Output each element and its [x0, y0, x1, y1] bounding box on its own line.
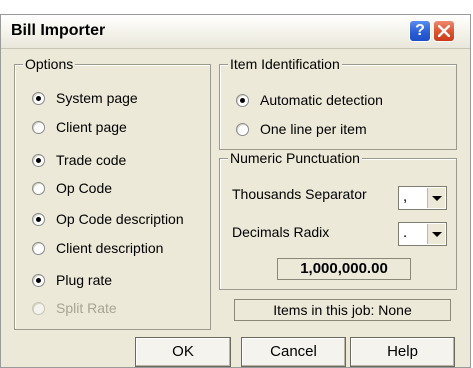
close-icon[interactable] — [433, 20, 455, 42]
thousands-separator-select[interactable]: , — [398, 186, 447, 210]
title-bar[interactable]: Bill Importer ? — [1, 15, 470, 49]
numeric-punctuation-legend: Numeric Punctuation — [228, 150, 362, 166]
radio-system-page[interactable]: System page — [32, 89, 138, 107]
decimals-radix-value: . — [403, 224, 408, 241]
item-identification-group: Item Identification Automatic detection … — [219, 56, 457, 150]
decimals-radix-select[interactable]: . — [398, 222, 447, 246]
item-identification-legend: Item Identification — [228, 56, 342, 72]
radio-split-rate: Split Rate — [32, 299, 117, 317]
radio-label: Client description — [56, 240, 164, 256]
radio-label: Automatic detection — [260, 92, 383, 108]
radio-button-icon — [32, 241, 45, 255]
radio-button-icon — [32, 91, 45, 105]
radio-one-line-per-item[interactable]: One line per item — [236, 120, 367, 138]
radio-label: System page — [56, 90, 138, 106]
number-format-preview: 1,000,000.00 — [277, 258, 411, 280]
cancel-button[interactable]: Cancel — [241, 337, 346, 367]
radio-button-icon — [32, 181, 45, 195]
radio-trade-code[interactable]: Trade code — [32, 151, 126, 169]
bill-importer-dialog: Bill Importer ? Options System page Clie… — [0, 14, 471, 368]
radio-button-icon — [32, 212, 45, 226]
radio-automatic-detection[interactable]: Automatic detection — [236, 91, 383, 109]
options-group: Options System page Client page Trade co… — [14, 56, 211, 330]
radio-client-description[interactable]: Client description — [32, 239, 163, 257]
thousands-separator-value: , — [403, 188, 408, 205]
radio-label: Op Code description — [56, 211, 184, 227]
radio-button-icon — [32, 153, 45, 167]
radio-client-page[interactable]: Client page — [32, 118, 127, 136]
radio-button-icon — [32, 120, 45, 134]
options-legend: Options — [23, 56, 76, 72]
decimals-radix-label: Decimals Radix — [232, 224, 330, 240]
radio-button-icon — [236, 93, 249, 107]
job-status-panel: Items in this job: None — [234, 299, 451, 321]
radio-button-icon — [32, 273, 45, 287]
radio-label: Op Code — [56, 180, 113, 196]
radio-button-icon — [32, 301, 45, 315]
radio-op-code[interactable]: Op Code — [32, 179, 112, 197]
radio-button-icon — [236, 122, 249, 136]
radio-label: One line per item — [260, 121, 367, 137]
chevron-down-icon[interactable] — [427, 188, 445, 208]
help-icon[interactable]: ? — [409, 20, 431, 42]
radio-label: Trade code — [56, 152, 127, 168]
radio-label: Split Rate — [56, 300, 117, 316]
radio-plug-rate[interactable]: Plug rate — [32, 271, 112, 289]
chevron-down-icon[interactable] — [427, 224, 445, 244]
radio-label: Plug rate — [56, 272, 113, 288]
ok-button[interactable]: OK — [135, 337, 231, 367]
help-button[interactable]: Help — [350, 337, 455, 367]
radio-label: Client page — [56, 119, 127, 135]
window-title: Bill Importer — [11, 22, 106, 39]
radio-op-code-description[interactable]: Op Code description — [32, 210, 184, 228]
thousands-separator-label: Thousands Separator — [232, 186, 367, 202]
